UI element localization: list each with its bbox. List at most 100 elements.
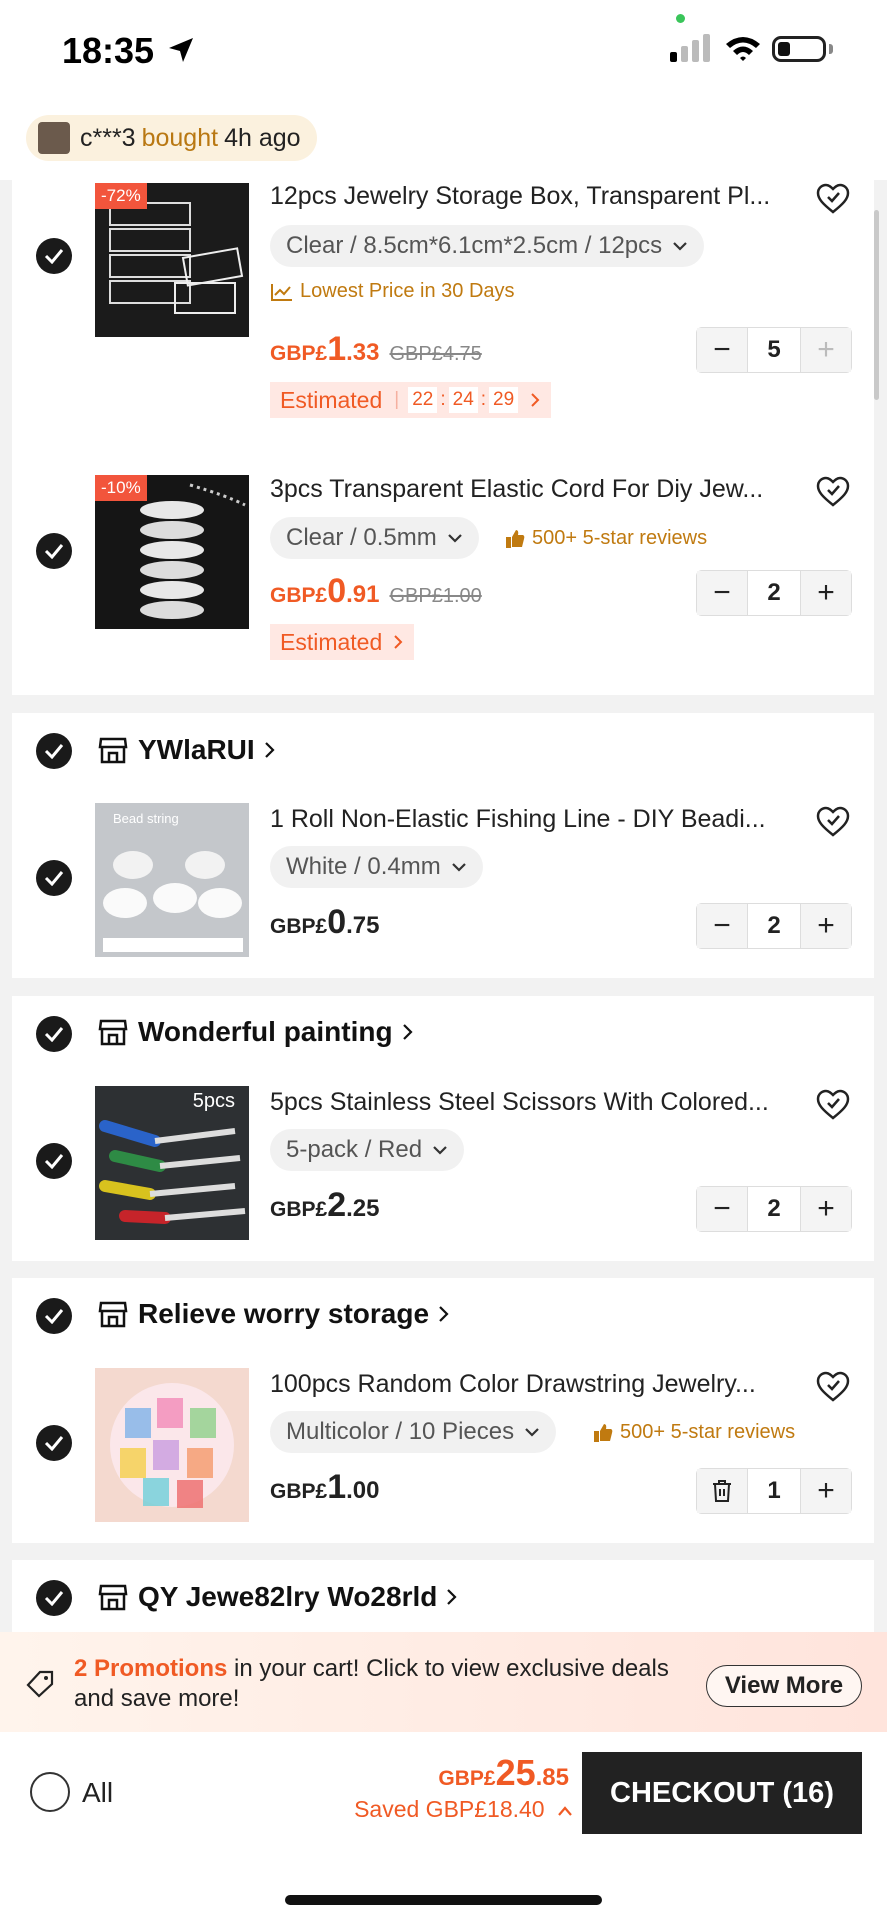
decrease-button[interactable]: − (697, 571, 747, 615)
increase-button[interactable]: + (801, 1469, 851, 1513)
variant-selector[interactable]: 5-pack / Red (270, 1129, 465, 1171)
price-currency: GBP£ (270, 342, 328, 365)
variant-label: 5-pack / Red (286, 1136, 423, 1163)
increase-button[interactable]: + (801, 904, 851, 948)
trend-chart-icon (271, 283, 292, 301)
price-decimal: .91 (346, 581, 380, 608)
store-checkbox[interactable] (36, 1298, 72, 1334)
product-title[interactable]: 5pcs Stainless Steel Scissors With Color… (270, 1088, 790, 1117)
product-image[interactable]: Bead string (95, 803, 249, 957)
item-checkbox[interactable] (36, 860, 72, 896)
cellular-signal-icon (670, 34, 710, 62)
trash-icon (713, 1480, 731, 1502)
store-card: Wonderful painting 5pcs 5pcs Stainless S… (12, 996, 874, 1261)
chevron-down-icon (447, 534, 462, 543)
quantity-stepper: 1 + (696, 1468, 852, 1514)
store-name[interactable]: Wonderful painting (98, 1016, 425, 1048)
product-image[interactable]: -10% (95, 475, 249, 629)
original-price: GBP£4.75 (389, 343, 482, 365)
quantity-value[interactable]: 2 (747, 904, 801, 948)
countdown-timer: | 22: 24: 29 (394, 387, 521, 413)
quantity-value[interactable]: 2 (747, 1187, 801, 1231)
product-image[interactable] (95, 1368, 249, 1522)
store-name[interactable]: QY Jewe82lry Wo28rld (98, 1581, 469, 1613)
store-name[interactable]: YWlaRUI (98, 734, 287, 766)
product-title[interactable]: 3pcs Transparent Elastic Cord For Diy Je… (270, 475, 790, 504)
chevron-right-icon (402, 1024, 413, 1040)
battery-icon (772, 36, 826, 62)
increase-button[interactable]: + (801, 1187, 851, 1231)
item-checkbox[interactable] (36, 533, 72, 569)
thumbs-up-icon (506, 529, 525, 548)
lowest-price-text: Lowest Price in 30 Days (300, 280, 515, 302)
variant-selector[interactable]: White / 0.4mm (270, 846, 483, 888)
buyer-name: c***3 (80, 123, 136, 152)
item-checkbox[interactable] (36, 238, 72, 274)
increase-button[interactable]: + (801, 328, 851, 372)
location-arrow-icon (169, 38, 193, 62)
store-icon (98, 1584, 128, 1611)
wishlist-heart-icon[interactable] (815, 1371, 851, 1403)
store-checkbox[interactable] (36, 1580, 72, 1616)
estimated-label: Estimated (280, 386, 383, 413)
saved-amount[interactable]: Saved GBP£18.40 (354, 1796, 573, 1823)
product-image[interactable]: 5pcs (95, 1086, 249, 1240)
quantity-value[interactable]: 1 (747, 1469, 801, 1513)
checkout-button[interactable]: CHECKOUT (16) (582, 1752, 862, 1834)
store-name[interactable]: Relieve worry storage (98, 1298, 461, 1330)
item-checkbox[interactable] (36, 1425, 72, 1461)
original-price: GBP£1.00 (389, 585, 482, 607)
decrease-button[interactable]: − (697, 328, 747, 372)
total-currency: GBP£ (438, 1767, 496, 1790)
product-title[interactable]: 1 Roll Non-Elastic Fishing Line - DIY Be… (270, 805, 790, 834)
price-decimal: .33 (346, 339, 380, 366)
estimated-delivery[interactable]: Estimated | 22: 24: 29 (270, 382, 552, 418)
wishlist-heart-icon[interactable] (815, 806, 851, 838)
increase-button[interactable]: + (801, 571, 851, 615)
lowest-price-tag: Lowest Price in 30 Days (270, 280, 515, 303)
wishlist-heart-icon[interactable] (815, 183, 851, 215)
countdown-hours: 22 (408, 387, 438, 413)
select-all-label[interactable]: All (82, 1777, 113, 1809)
wishlist-heart-icon[interactable] (815, 476, 851, 508)
promotion-count: 2 Promotions (74, 1655, 228, 1682)
decrease-button[interactable]: − (697, 904, 747, 948)
variant-selector[interactable]: Multicolor / 10 Pieces (270, 1411, 557, 1453)
bought-time: 4h ago (224, 123, 301, 152)
countdown-minutes: 24 (448, 387, 478, 413)
price: GBP£1.00 (270, 1468, 379, 1507)
status-bar: 18:35 (0, 0, 887, 100)
product-image[interactable]: -72% (95, 183, 249, 337)
price: GBP£1.33 GBP£4.75 (270, 330, 482, 369)
product-title[interactable]: 12pcs Jewelry Storage Box, Transparent P… (270, 182, 790, 211)
chevron-right-icon (439, 1306, 449, 1322)
decrease-button[interactable]: − (697, 1187, 747, 1231)
quantity-value[interactable]: 5 (747, 328, 801, 372)
chevron-down-icon (451, 863, 466, 872)
store-icon (98, 1301, 128, 1328)
price-decimal: .25 (346, 1195, 380, 1222)
chevron-right-icon (394, 635, 403, 649)
delete-button[interactable] (697, 1469, 747, 1513)
price-decimal: .00 (346, 1477, 380, 1504)
store-title: QY Jewe82lry Wo28rld (138, 1581, 438, 1612)
estimated-delivery[interactable]: Estimated (270, 624, 415, 660)
price-currency: GBP£ (270, 915, 328, 938)
select-all-checkbox[interactable] (30, 1772, 70, 1812)
variant-label: Clear / 0.5mm (286, 524, 437, 551)
chevron-down-icon (525, 1428, 539, 1437)
chevron-right-icon (531, 393, 540, 407)
variant-selector[interactable]: Clear / 0.5mm (270, 517, 479, 559)
item-checkbox[interactable] (36, 1143, 72, 1179)
variant-selector[interactable]: Clear / 8.5cm*6.1cm*2.5cm / 12pcs (270, 225, 705, 267)
view-more-button[interactable]: View More (706, 1665, 862, 1707)
variant-label: Clear / 8.5cm*6.1cm*2.5cm / 12pcs (286, 232, 663, 259)
product-title[interactable]: 100pcs Random Color Drawstring Jewelry..… (270, 1370, 790, 1399)
total-decimal: .85 (535, 1764, 569, 1791)
store-checkbox[interactable] (36, 733, 72, 769)
scrollbar[interactable] (874, 210, 879, 400)
home-indicator[interactable] (285, 1895, 602, 1905)
wishlist-heart-icon[interactable] (815, 1089, 851, 1121)
quantity-value[interactable]: 2 (747, 571, 801, 615)
store-checkbox[interactable] (36, 1016, 72, 1052)
